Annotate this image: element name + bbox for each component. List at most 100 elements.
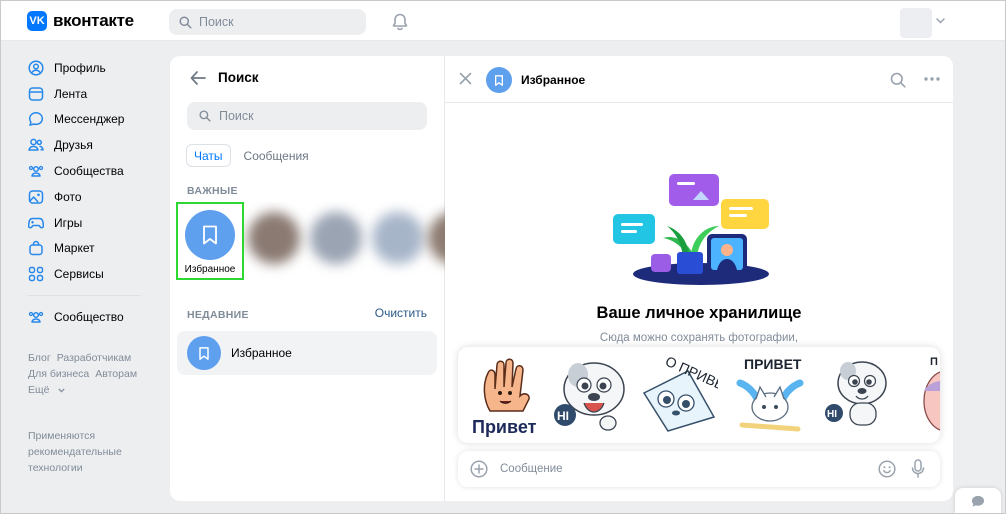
nav-item-market[interactable]: Маркет	[28, 236, 158, 262]
bookmark-icon	[203, 225, 217, 245]
chat-header: Избранное	[445, 56, 953, 103]
storage-subtitle: Сюда можно сохранять фотографии,	[599, 332, 799, 344]
nav-label: Сообщество	[54, 310, 124, 325]
bookmark-icon	[495, 74, 503, 86]
tab-messages[interactable]: Сообщения	[237, 144, 316, 167]
sticker[interactable]: HI	[820, 353, 900, 437]
chat-search-input[interactable]: Поиск	[187, 102, 427, 130]
microphone-icon[interactable]	[911, 459, 925, 479]
nav-item-news[interactable]: Лента	[28, 81, 158, 107]
search-panel-header: Поиск	[190, 70, 259, 85]
nav-label: Лента	[54, 86, 88, 101]
nav-label: Друзья	[54, 138, 93, 153]
logo-text: вконтакте	[53, 11, 134, 30]
favorites-tile-label: Избранное	[184, 264, 236, 275]
tab-chats[interactable]: Чаты	[186, 144, 231, 167]
recommendation-note: Применяются рекомендательные технологии	[28, 430, 122, 474]
vk-logo[interactable]: VK вконтакте	[27, 11, 134, 31]
nav-item-friends[interactable]: Друзья	[28, 132, 158, 158]
nav-item-services[interactable]: Сервисы	[28, 261, 158, 287]
close-icon[interactable]	[459, 72, 472, 85]
footer-link-authors[interactable]: Авторам	[95, 368, 137, 380]
footer-links: Блог Разработчикам Для бизнеса Авторам Ещё	[28, 350, 153, 398]
left-nav: Профиль Лента Мессенджер Друзья Сообщест…	[28, 55, 158, 330]
user-circle-icon	[28, 60, 44, 76]
sticker-caption: П	[930, 356, 938, 368]
important-section-label: ВАЖНЫЕ	[187, 185, 238, 197]
chat-title[interactable]: Избранное	[521, 73, 585, 87]
floating-chat-button[interactable]	[955, 488, 1001, 514]
favorites-chat-tile[interactable]: Избранное	[176, 202, 244, 280]
nav-item-profile[interactable]: Профиль	[28, 55, 158, 81]
gamepad-icon	[28, 215, 44, 231]
nav-label: Мессенджер	[54, 112, 125, 127]
nav-label: Профиль	[54, 60, 106, 75]
favorites-avatar	[187, 336, 221, 370]
nav-item-groups[interactable]: Сообщества	[28, 158, 158, 184]
chevron-down-icon	[58, 388, 66, 393]
profile-avatar[interactable]	[900, 8, 932, 38]
important-chats-strip	[244, 202, 445, 278]
more-icon[interactable]	[924, 77, 940, 81]
friends-icon	[28, 137, 44, 153]
sticker-caption: ПРИВЕТ	[744, 356, 802, 372]
sticker-caption: HI	[827, 409, 837, 420]
nav-divider	[28, 295, 140, 297]
bookmark-icon	[199, 346, 209, 360]
recent-section-label: НЕДАВНИЕ	[187, 309, 249, 321]
vk-logo-icon: VK	[27, 11, 47, 31]
nav-label: Фото	[54, 189, 82, 204]
blurred-chat-avatar[interactable]	[248, 212, 300, 264]
chat-panel: Избранное Ваше личное хранилище Сюда мож…	[445, 56, 953, 501]
favorites-avatar	[185, 210, 235, 260]
header-search-placeholder: Поиск	[199, 15, 234, 29]
nav-item-games[interactable]: Игры	[28, 210, 158, 236]
message-input[interactable]: Сообщение	[500, 463, 563, 475]
footer-more-label: Ещё	[28, 384, 50, 396]
sticker-suggestions: Привет HI О ПРИВЕТ ПРИВЕТ HI П	[458, 347, 940, 443]
smile-icon[interactable]	[878, 460, 896, 478]
nav-label: Игры	[54, 215, 83, 230]
message-icon	[28, 111, 44, 127]
chevron-down-icon[interactable]	[936, 18, 945, 24]
plus-circle-icon[interactable]	[470, 460, 488, 478]
search-icon[interactable]	[890, 72, 906, 88]
recent-chat-name: Избранное	[231, 346, 292, 360]
message-icon	[971, 495, 985, 507]
news-icon	[28, 86, 44, 102]
bag-icon	[28, 240, 44, 256]
footer-link-business[interactable]: Для бизнеса	[28, 368, 89, 380]
community-icon	[28, 309, 44, 325]
footer-link-more[interactable]: Ещё	[28, 384, 66, 396]
nav-item-community[interactable]: Сообщество	[28, 304, 158, 330]
blurred-chat-avatar[interactable]	[310, 212, 362, 264]
chat-search-placeholder: Поиск	[219, 109, 254, 123]
sticker[interactable]: О ПРИВЕТ	[638, 353, 718, 437]
search-panel: Поиск Поиск Чаты Сообщения ВАЖНЫЕ Избран…	[170, 56, 445, 501]
nav-label: Маркет	[54, 241, 95, 256]
blurred-chat-avatar[interactable]	[372, 212, 424, 264]
sticker-caption: HI	[557, 409, 569, 423]
top-header: VK вконтакте Поиск	[1, 1, 1005, 41]
nav-label: Сервисы	[54, 267, 104, 282]
list-item[interactable]: Избранное	[177, 331, 437, 375]
sticker[interactable]: ПРИВЕТ	[730, 353, 810, 437]
nav-item-photo[interactable]: Фото	[28, 184, 158, 210]
sticker[interactable]: HI	[552, 353, 632, 437]
search-icon	[199, 110, 211, 122]
storage-title: Ваше личное хранилище	[596, 304, 802, 322]
grid-icon	[28, 266, 44, 282]
back-arrow-icon[interactable]	[190, 70, 206, 85]
sticker[interactable]: П	[906, 353, 940, 437]
clear-recent-button[interactable]: Очистить	[375, 306, 427, 320]
nav-item-messenger[interactable]: Мессенджер	[28, 107, 158, 133]
message-composer[interactable]: Сообщение	[458, 451, 940, 487]
sticker[interactable]: Привет	[466, 353, 546, 437]
footer-link-developers[interactable]: Разработчикам	[57, 352, 132, 364]
bell-icon[interactable]	[390, 12, 410, 32]
chat-avatar[interactable]	[486, 67, 512, 93]
search-panel-title: Поиск	[218, 70, 259, 85]
blurred-chat-avatar[interactable]	[428, 212, 445, 264]
footer-link-blog[interactable]: Блог	[28, 352, 51, 364]
header-search-input[interactable]: Поиск	[169, 9, 366, 35]
